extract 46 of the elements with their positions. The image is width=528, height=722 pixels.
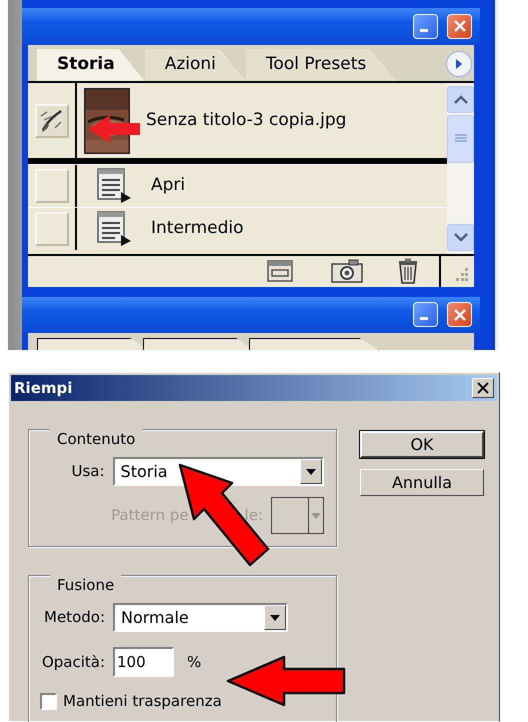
checkbox-label[interactable]: Mantieni trasparenza xyxy=(63,690,222,712)
unit-label: % xyxy=(187,652,202,673)
panel-menu-button[interactable] xyxy=(446,50,472,77)
panel-tab[interactable]: Tool Presets xyxy=(246,49,396,82)
history-source-toggle[interactable] xyxy=(34,212,68,246)
new-document-icon[interactable] xyxy=(267,260,293,282)
panel-tab[interactable]: Azioni xyxy=(144,49,246,82)
field-label: Opacità: xyxy=(41,652,106,673)
minimize-icon xyxy=(420,317,428,320)
scroll-down-button[interactable] xyxy=(447,224,474,251)
dialog-button[interactable]: OK xyxy=(360,431,484,458)
dialog-button[interactable]: Annulla xyxy=(360,469,484,496)
snapshot-name[interactable]: Senza titolo-3 copia.jpg xyxy=(146,108,346,134)
dialog-title: Riempi xyxy=(14,378,72,399)
scroll-up-button[interactable] xyxy=(447,86,474,114)
close-button[interactable] xyxy=(472,378,494,398)
checkbox[interactable] xyxy=(40,692,57,710)
minimize-button[interactable] xyxy=(413,302,438,328)
scrollbar-thumb[interactable] xyxy=(447,115,474,164)
trash-icon[interactable] xyxy=(397,258,419,284)
triangle-right-icon xyxy=(455,58,463,70)
grip-lines-icon xyxy=(454,134,466,144)
caret-icon xyxy=(270,614,280,620)
field-label: Usa: xyxy=(70,461,106,482)
caret-icon xyxy=(311,512,321,518)
history-source-toggle[interactable] xyxy=(34,104,68,138)
close-button[interactable] xyxy=(447,302,472,328)
pointer-arrow xyxy=(88,114,140,144)
opacity-field[interactable]: 100 xyxy=(113,647,174,677)
close-icon xyxy=(452,308,466,322)
panel-tab[interactable]: Storia xyxy=(37,49,145,82)
caret-icon xyxy=(306,468,316,474)
document-icon xyxy=(97,168,133,204)
chevron-up-icon xyxy=(454,94,468,105)
close-icon xyxy=(452,19,466,34)
minimize-icon xyxy=(420,28,428,32)
minimize-button[interactable] xyxy=(413,14,438,39)
chevron-down-icon xyxy=(454,232,468,242)
history-step-label[interactable]: Intermedio xyxy=(151,216,244,242)
camera-icon[interactable] xyxy=(331,259,363,284)
history-step-label[interactable]: Apri xyxy=(151,173,186,199)
history-source-toggle[interactable] xyxy=(34,169,68,204)
dropdown[interactable]: Normale xyxy=(113,603,288,632)
document-icon xyxy=(97,211,133,248)
field-label: Metodo: xyxy=(43,607,106,628)
close-icon xyxy=(477,382,489,394)
